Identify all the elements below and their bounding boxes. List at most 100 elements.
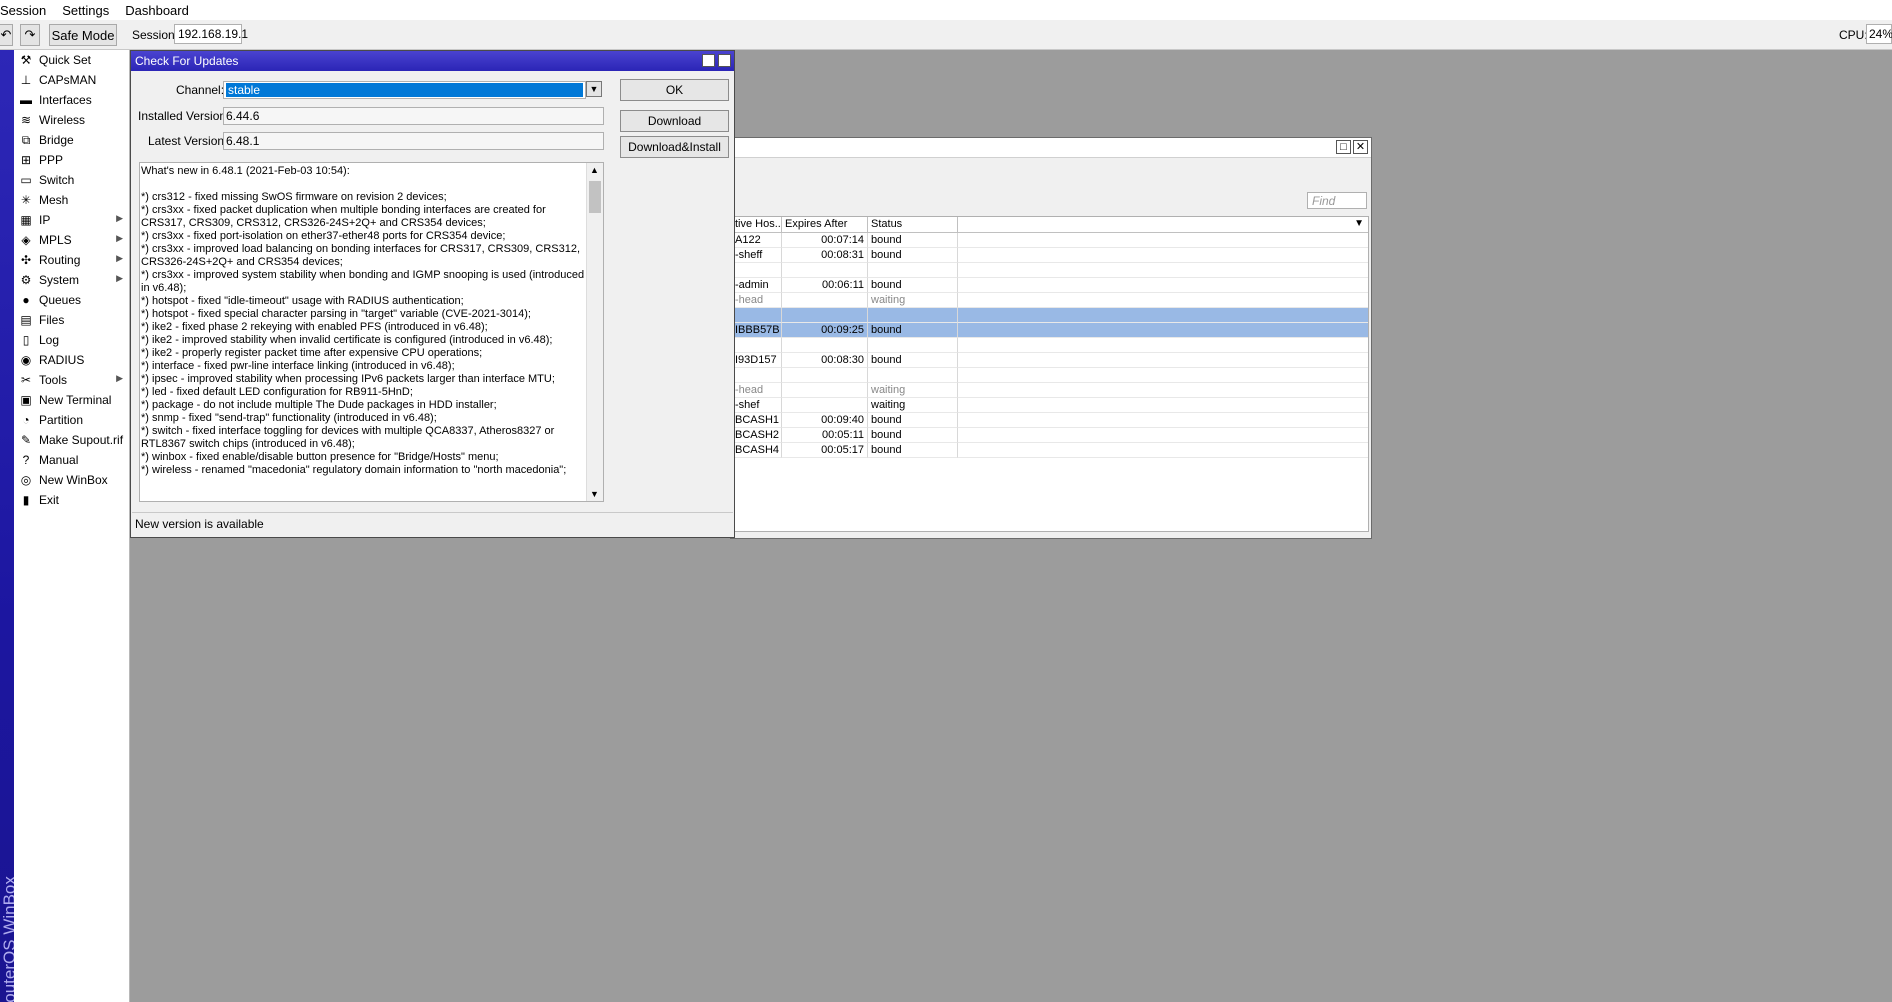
sidebar-item-ip[interactable]: ▦ IP ▶ — [14, 210, 129, 230]
sidebar-item-switch[interactable]: ▭ Switch — [14, 170, 129, 190]
dialog-titlebar[interactable]: Check For Updates □ ✕ — [131, 51, 734, 71]
col-filler: ▼ — [958, 217, 1368, 233]
sidebar-item-make-supout-rif[interactable]: ✎ Make Supout.rif — [14, 430, 129, 450]
sidebar-item-label: Tools — [39, 373, 68, 387]
safe-mode-button[interactable]: Safe Mode — [49, 24, 117, 46]
table-row[interactable] — [732, 263, 1368, 278]
col-expires-after[interactable]: Expires After — [782, 217, 868, 233]
sidebar-item-new-terminal[interactable]: ▣ New Terminal — [14, 390, 129, 410]
release-notes[interactable]: What's new in 6.48.1 (2021-Feb-03 10:54)… — [139, 162, 604, 502]
cpu-label: CPU: — [1839, 28, 1868, 42]
cell-filler — [958, 383, 1368, 398]
chevron-down-icon[interactable]: ▼ — [590, 489, 599, 499]
chevron-up-icon[interactable]: ▲ — [590, 165, 599, 175]
cell-filler — [958, 443, 1368, 458]
sidebar-icon: ✣ — [20, 253, 32, 267]
column-menu-icon[interactable]: ▼ — [1354, 218, 1364, 229]
cell-status — [868, 368, 958, 383]
sidebar-item-wireless[interactable]: ≋ Wireless — [14, 110, 129, 130]
cell-host — [732, 368, 782, 383]
download-install-button[interactable]: Download&Install — [620, 136, 729, 158]
channel-select[interactable]: stable — [223, 81, 586, 99]
submenu-arrow-icon: ▶ — [116, 273, 123, 283]
sidebar-item-queues[interactable]: ● Queues — [14, 290, 129, 310]
installed-version-field: 6.44.6 — [223, 107, 604, 125]
menu-settings[interactable]: Settings — [56, 3, 119, 18]
sidebar-icon: ≋ — [20, 113, 32, 127]
table-row[interactable]: IBBB57B 00:09:25 bound — [732, 323, 1368, 338]
redo-icon[interactable]: ↷ — [20, 24, 40, 46]
sidebar-item-radius[interactable]: ◉ RADIUS — [14, 350, 129, 370]
sidebar-icon: ▣ — [20, 393, 32, 407]
table-row[interactable]: -admin 00:06:11 bound — [732, 278, 1368, 293]
sidebar-item-partition[interactable]: ◔ Partition — [14, 410, 129, 430]
ok-button[interactable]: OK — [620, 79, 729, 101]
table-row[interactable]: -head waiting — [732, 293, 1368, 308]
cell-host: A122 — [732, 233, 782, 248]
cell-host: I93D157 — [732, 353, 782, 368]
table-row[interactable] — [732, 368, 1368, 383]
table-row[interactable] — [732, 308, 1368, 323]
table-row[interactable]: A122 00:07:14 bound — [732, 233, 1368, 248]
sidebar-item-routing[interactable]: ✣ Routing ▶ — [14, 250, 129, 270]
notes-scrollbar[interactable]: ▲ ▼ — [586, 163, 603, 501]
session-field[interactable]: 192.168.19.1 — [174, 24, 248, 44]
cell-host: IBBB57B — [732, 323, 782, 338]
sidebar-item-label: CAPsMAN — [39, 73, 97, 87]
maximize-icon[interactable]: □ — [702, 54, 715, 67]
sidebar-item-capsman[interactable]: ⊥ CAPsMAN — [14, 70, 129, 90]
sidebar-item-label: RADIUS — [39, 353, 85, 367]
sidebar-item-label: Files — [39, 313, 65, 327]
sidebar-icon: ● — [22, 293, 30, 307]
table-row[interactable]: -sheff 00:08:31 bound — [732, 248, 1368, 263]
sidebar-item-quick-set[interactable]: ⚒ Quick Set — [14, 50, 129, 70]
col-active-host[interactable]: tive Hos... — [732, 217, 782, 233]
menu-dashboard[interactable]: Dashboard — [119, 3, 199, 18]
sidebar-item-tools[interactable]: ✂ Tools ▶ — [14, 370, 129, 390]
table-row[interactable]: I93D157 00:08:30 bound — [732, 353, 1368, 368]
undo-icon[interactable]: ↶ — [0, 24, 13, 46]
table-row[interactable]: BCASH2 00:05:11 bound — [732, 428, 1368, 443]
cell-filler — [958, 263, 1368, 278]
sidebar-item-new-winbox[interactable]: ◎ New WinBox — [14, 470, 129, 490]
cell-filler — [958, 413, 1368, 428]
download-button[interactable]: Download — [620, 110, 729, 132]
sidebar-item-files[interactable]: ▤ Files — [14, 310, 129, 330]
sidebar-item-ppp[interactable]: ⊞ PPP — [14, 150, 129, 170]
sidebar-item-label: Manual — [39, 453, 79, 467]
maximize-icon[interactable]: □ — [1336, 140, 1351, 154]
close-icon[interactable]: ✕ — [718, 54, 731, 67]
table-row[interactable]: BCASH1 00:09:40 bound — [732, 413, 1368, 428]
latest-version-label: Latest Version: — [148, 134, 228, 148]
sidebar-icon: ◉ — [20, 353, 32, 367]
sidebar-item-exit[interactable]: ▮ Exit — [14, 490, 129, 510]
table-row[interactable]: BCASH4 00:05:17 bound — [732, 443, 1368, 458]
sidebar-item-log[interactable]: ▯ Log — [14, 330, 129, 350]
col-status[interactable]: Status — [868, 217, 958, 233]
lease-rows: A122 00:07:14 bound -sheff 00:08:31 bound -adm… — [732, 233, 1368, 458]
table-row[interactable] — [732, 338, 1368, 353]
cell-filler — [958, 368, 1368, 383]
scroll-thumb[interactable] — [589, 181, 601, 213]
channel-label: Channel: — [176, 83, 225, 97]
sidebar-item-bridge[interactable]: ⧉ Bridge — [14, 130, 129, 150]
cell-filler — [958, 398, 1368, 413]
menu-session[interactable]: Session — [0, 3, 56, 18]
sidebar-item-system[interactable]: ⚙ System ▶ — [14, 270, 129, 290]
cell-host: BCASH1 — [732, 413, 782, 428]
sidebar-item-label: Switch — [39, 173, 75, 187]
sidebar-item-mesh[interactable]: ✳ Mesh — [14, 190, 129, 210]
sidebar-item-label: Make Supout.rif — [39, 433, 124, 447]
table-row[interactable]: -head waiting — [732, 383, 1368, 398]
chevron-down-icon[interactable]: ▼ — [586, 81, 602, 97]
sidebar-item-interfaces[interactable]: ▬ Interfaces — [14, 90, 129, 110]
cell-filler — [958, 233, 1368, 248]
table-row[interactable]: -shef waiting — [732, 398, 1368, 413]
lease-window-titlebar[interactable]: □ ✕ — [731, 138, 1371, 158]
sidebar-item-mpls[interactable]: ◈ MPLS ▶ — [14, 230, 129, 250]
find-input[interactable]: Find — [1307, 192, 1367, 209]
session-label: Session: — [132, 28, 179, 42]
cell-expires — [782, 338, 868, 353]
sidebar-item-manual[interactable]: ? Manual — [14, 450, 129, 470]
close-icon[interactable]: ✕ — [1353, 140, 1368, 154]
